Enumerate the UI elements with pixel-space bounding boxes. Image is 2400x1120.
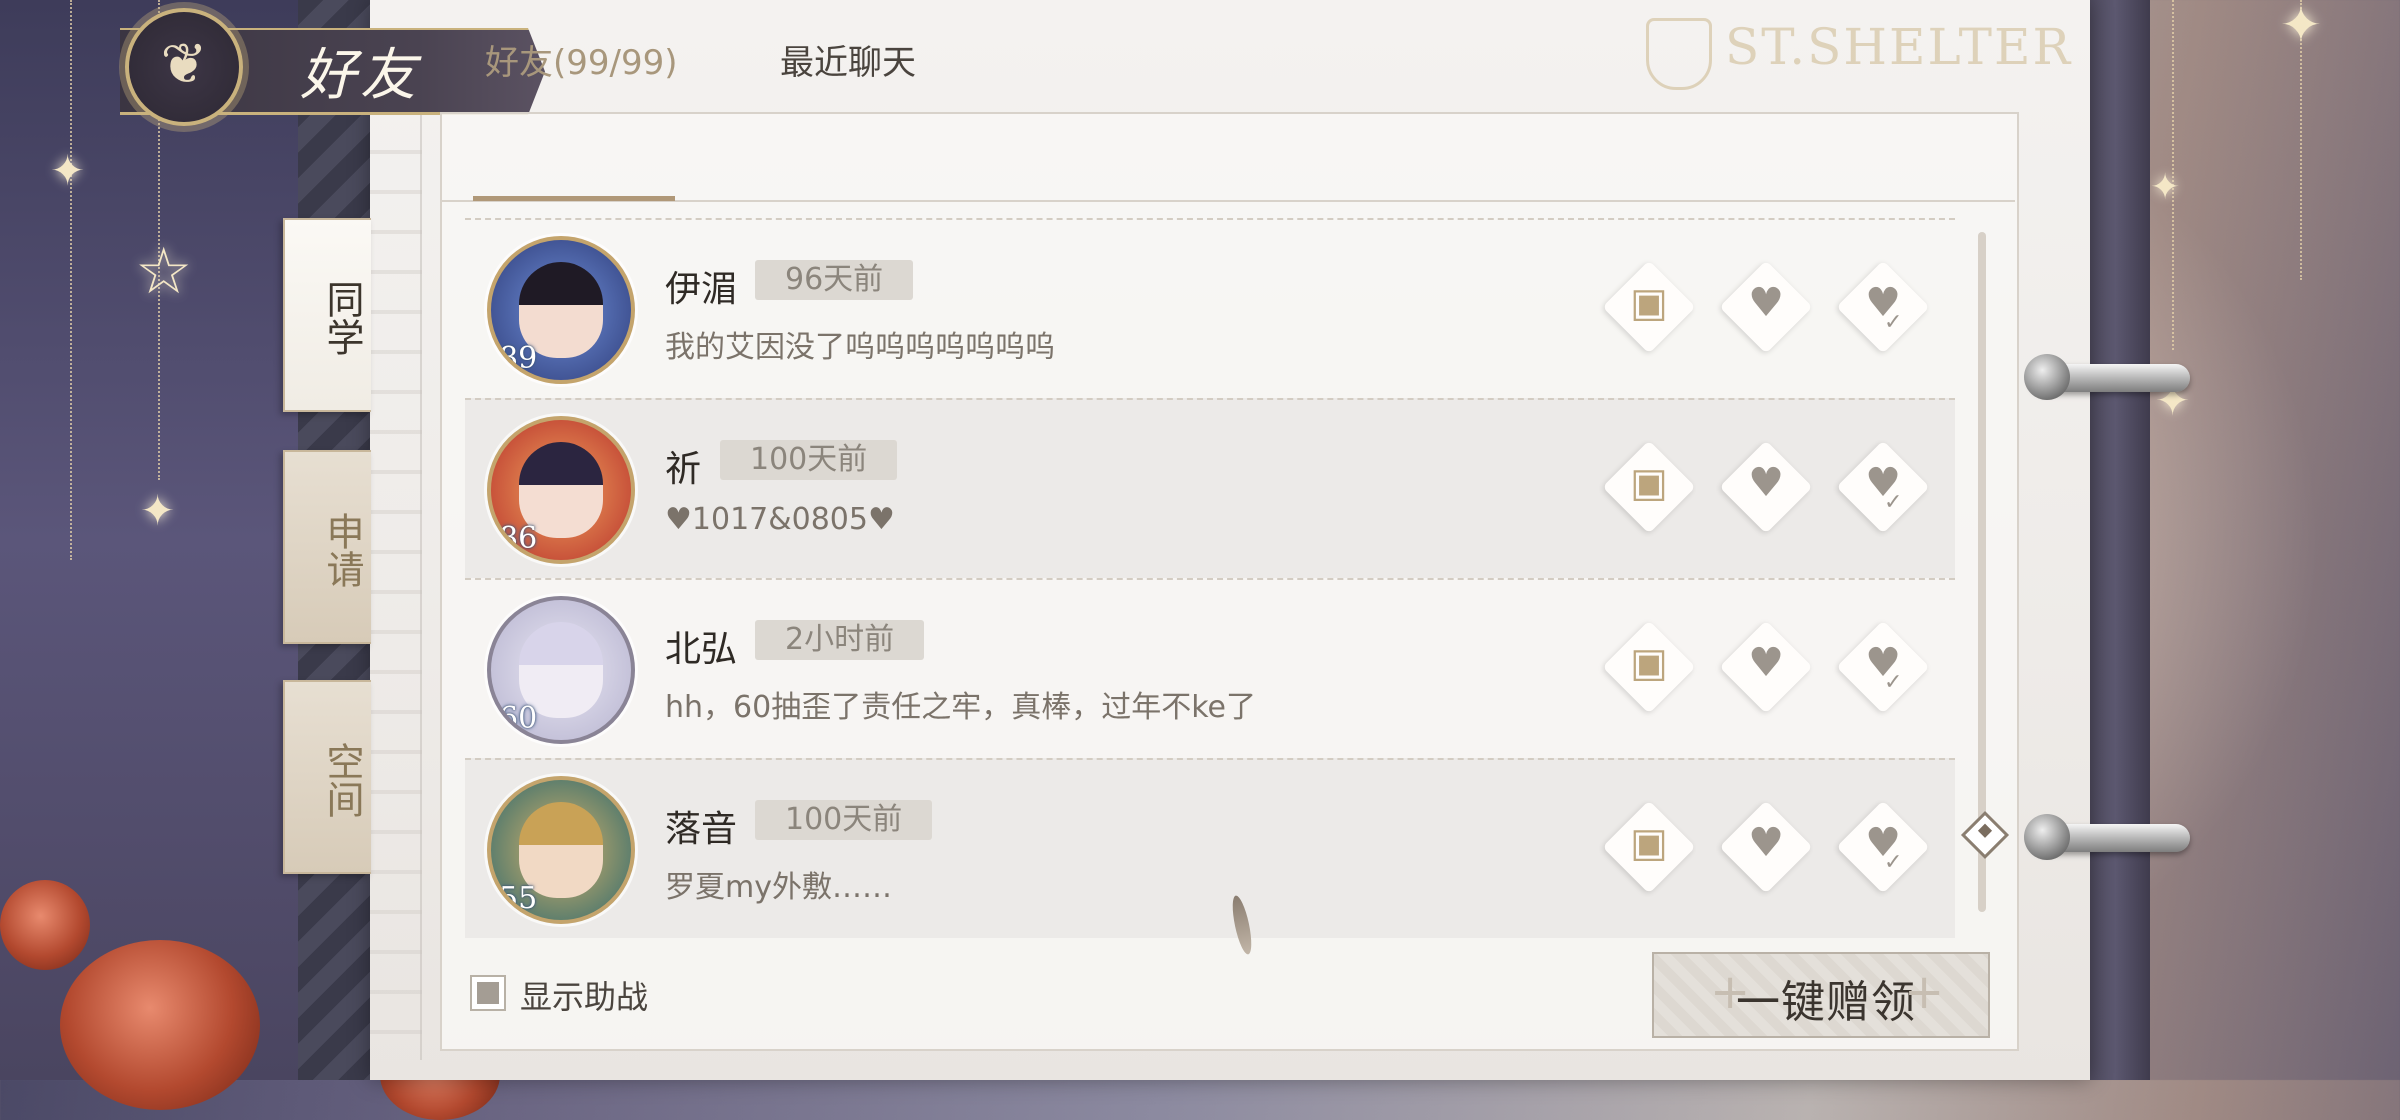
show-assist-label: 显示助战 [520,978,649,1016]
check-icon: ✓ [1884,310,1903,335]
friend-avatar[interactable]: 60 [487,596,635,744]
butterfly-icon: ❦ [160,32,208,97]
claim-all-label: 一键赠领 [1736,977,1916,1028]
receive-heart-button[interactable]: ♥ ✓ [1836,800,1930,894]
send-heart-icon: ♥ [1748,820,1784,866]
receive-heart-button[interactable]: ♥ ✓ [1836,440,1930,534]
side-tab-label: 同学 [320,280,364,356]
friend-avatar[interactable]: 86 [487,416,635,564]
friend-name: 北弘 [665,629,738,670]
chat-icon: ▣ [1630,280,1668,326]
send-heart-icon: ♥ [1748,640,1784,686]
tab-recent-chats[interactable]: 最近聊天 [780,35,916,84]
send-heart-button[interactable]: ♥ [1719,440,1813,534]
friend-level: 86 [499,521,538,556]
last-online-badge: 96天前 [755,260,914,300]
checkbox-checked-mark [477,982,499,1004]
receive-heart-button[interactable]: ♥ ✓ [1836,260,1930,354]
tab-friends[interactable]: 好友(99/99) [485,35,678,84]
send-heart-icon: ♥ [1748,460,1784,506]
watermark-text: ST.SHELTER [1725,18,2073,76]
binder-spine-right [2080,0,2150,1080]
star-icon: ✦ [2150,167,2181,208]
send-heart-icon: ♥ [1748,280,1784,326]
last-online-badge: 100天前 [720,440,898,480]
receive-heart-icon: ♥ [1865,460,1901,506]
check-icon: ✓ [1884,850,1903,875]
crest-icon [1646,18,1712,90]
chat-icon: ▣ [1630,460,1668,506]
binder-ring [2024,354,2190,400]
page-ornament [370,110,422,1060]
header-emblem: ❦ [125,8,243,126]
friend-level: 60 [499,701,538,736]
plus-icon: + [1904,964,1945,1020]
send-heart-button[interactable]: ♥ [1719,800,1813,894]
chat-button[interactable]: ▣ [1602,620,1696,714]
friend-row[interactable]: 86 祈 100天前 ♥1017&0805♥ ▣ ♥ ♥ ✓ [465,398,1955,578]
chat-button[interactable]: ▣ [1602,260,1696,354]
chat-button[interactable]: ▣ [1602,440,1696,534]
send-heart-button[interactable]: ♥ [1719,260,1813,354]
receive-heart-icon: ♥ [1865,640,1901,686]
chat-icon: ▣ [1630,820,1668,866]
friend-status: 我的艾因没了呜呜呜呜呜呜呜 [665,330,1055,365]
friend-status: 罗夏my外敷…… [665,870,892,905]
binder-ring [2024,814,2190,860]
friend-name: 伊湄 [665,269,738,310]
friend-row[interactable]: 55 落音 100天前 罗夏my外敷…… ▣ ♥ ♥ ✓ [465,758,1955,938]
friend-level: 89 [499,341,538,376]
star-icon: ✦ [2280,0,2322,54]
side-tab-requests[interactable]: 申请 [283,450,371,644]
star-icon: ✦ [50,146,86,195]
side-tab-label: 申请 [320,512,364,588]
friend-avatar[interactable]: 55 [487,776,635,924]
friend-avatar[interactable]: 89 [487,236,635,384]
send-heart-button[interactable]: ♥ [1719,620,1813,714]
friend-row[interactable]: 60 北弘 2小时前 hh，60抽歪了责任之牢，真棒，过年不ke了 ▣ ♥ ♥ ✓ [465,578,1955,758]
friend-list[interactable]: 89 伊湄 96天前 我的艾因没了呜呜呜呜呜呜呜 ▣ ♥ ♥ ✓ 86 祈 100… [465,218,1955,938]
check-icon: ✓ [1884,490,1903,515]
friend-level: 55 [499,881,538,916]
friend-row[interactable]: 89 伊湄 96天前 我的艾因没了呜呜呜呜呜呜呜 ▣ ♥ ♥ ✓ [465,218,1955,398]
top-tab-bar [440,112,2015,202]
receive-heart-button[interactable]: ♥ ✓ [1836,620,1930,714]
last-online-badge: 100天前 [755,800,933,840]
page-title: 好友 [300,43,420,108]
chat-icon: ▣ [1630,640,1668,686]
tab-active-indicator [473,196,675,201]
last-online-badge: 2小时前 [755,620,925,660]
hanging-string [70,0,74,560]
check-icon: ✓ [1884,670,1903,695]
friend-status: hh，60抽歪了责任之牢，真棒，过年不ke了 [665,690,1256,725]
chat-button[interactable]: ▣ [1602,800,1696,894]
friend-name: 落音 [665,809,738,850]
friend-name: 祈 [665,449,702,490]
star-icon: ✦ [140,486,176,535]
claim-all-button[interactable]: + 一键赠领 + [1652,952,1990,1038]
receive-heart-icon: ♥ [1865,280,1901,326]
friend-status: ♥1017&0805♥ [665,502,895,537]
receive-heart-icon: ♥ [1865,820,1901,866]
show-assist-checkbox[interactable] [470,975,506,1011]
rose-decoration [0,880,90,970]
star-icon: ☆ [135,235,193,309]
rose-decoration [60,940,260,1110]
side-tab-classmates[interactable]: 同学 [283,218,371,412]
side-tab-space[interactable]: 空间 [283,680,371,874]
side-tab-label: 空间 [320,742,364,818]
